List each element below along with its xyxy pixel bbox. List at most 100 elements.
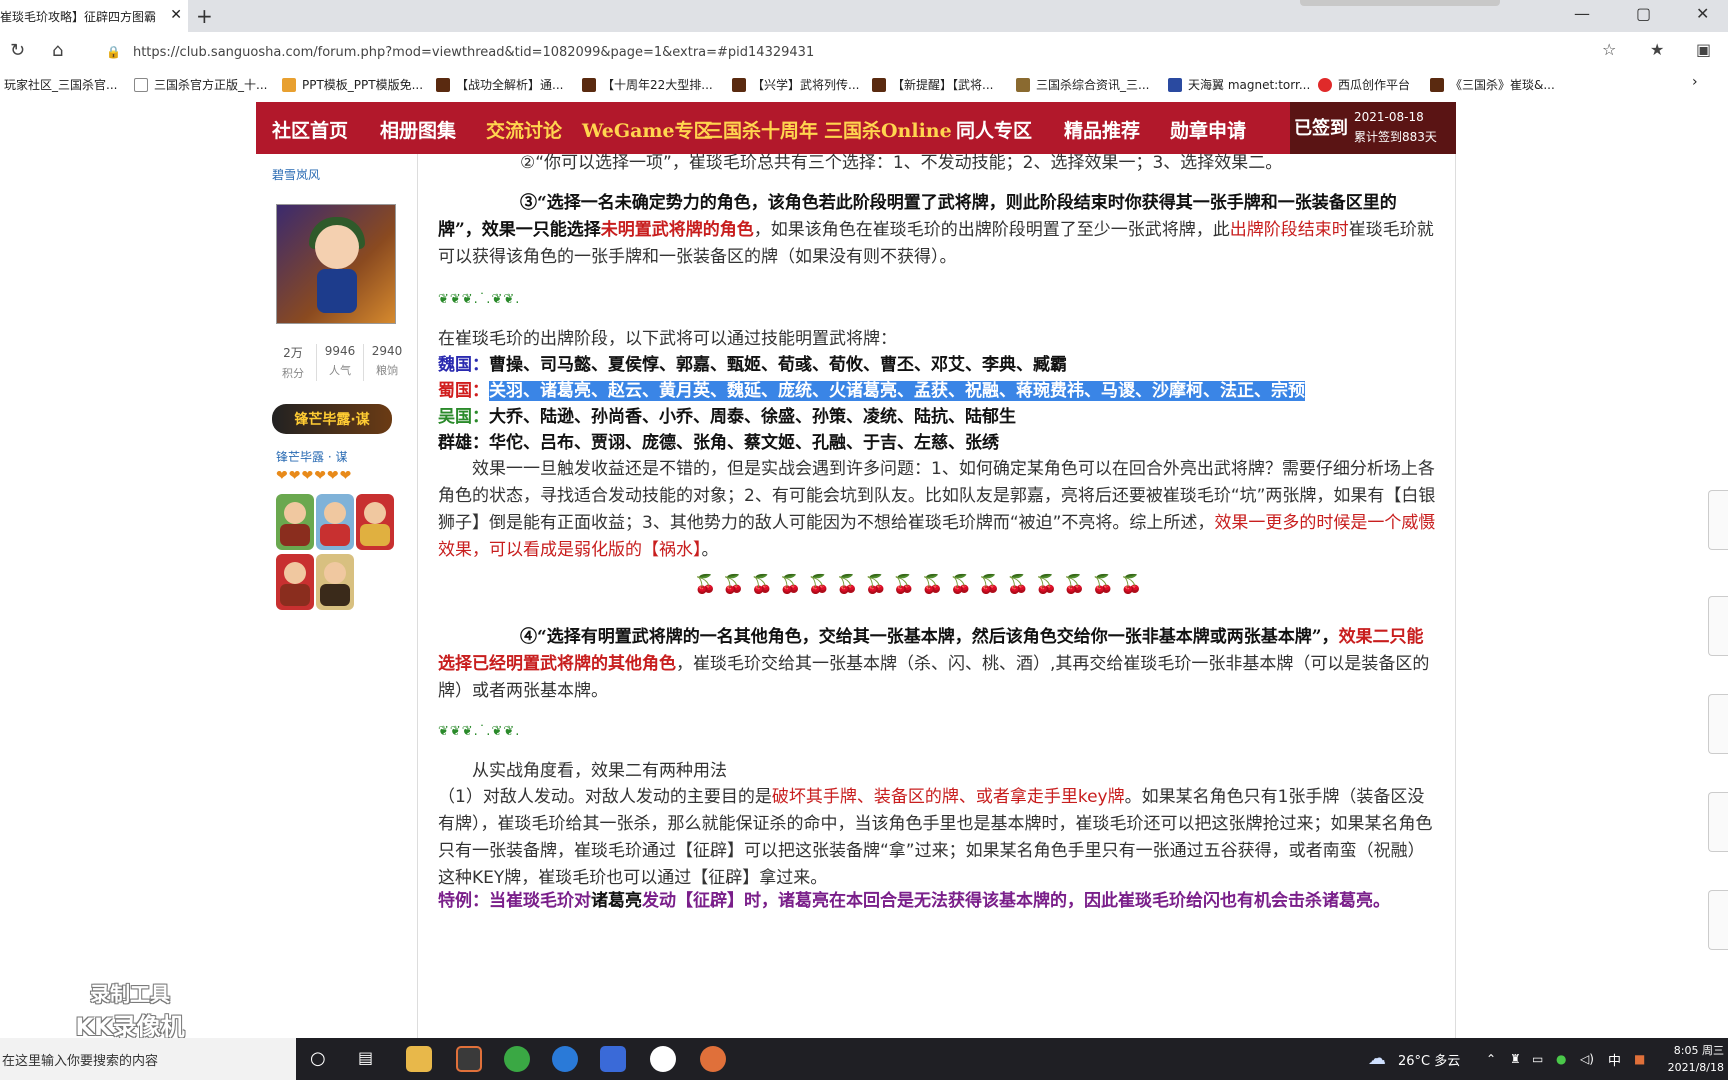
file-explorer-icon[interactable] [406,1046,432,1072]
side-float-button[interactable] [1708,490,1728,550]
bookmark-item[interactable]: 三国杀官方正版_十... [134,76,267,93]
paragraph-effect1: 效果一一旦触发收益还是不错的，但是实战会遇到许多问题：1、如何确定某角色可以在回… [438,459,1436,560]
collections-icon[interactable]: ▣ [1696,40,1711,59]
medal-icon[interactable] [356,494,394,550]
post-content: ②“你可以选择一项”，崔琰毛玠总共有三个选择：1、不发动技能；2、选择效果一；3… [418,153,1456,1038]
network-icon[interactable]: ▭ [1532,1038,1543,1080]
nav-item-wegame[interactable]: WeGame专区 [582,116,713,143]
close-icon[interactable]: ✕ [170,7,182,23]
nav-item-featured[interactable]: 精品推荐 [1064,116,1140,143]
app-icon[interactable] [700,1046,726,1072]
level-hearts: ❤❤❤❤❤❤ [276,468,353,484]
medal-icon[interactable] [316,554,354,610]
bookmark-item[interactable]: 【新提醒】【武将... [872,76,993,93]
tray-app-icon[interactable]: ♜ [1510,1038,1521,1080]
site-icon [436,77,450,92]
bookmark-item[interactable]: 西瓜创作平台 [1318,76,1410,93]
paragraph-3: ③“选择一名未确定势力的角色，该角色若此阶段明置了武将牌，则此阶段结束时你获得其… [438,193,1434,267]
maximize-icon[interactable]: ▢ [1636,4,1651,23]
app-icon[interactable] [456,1046,482,1072]
weather-icon: ☁ [1368,1048,1386,1069]
medal-icon[interactable] [316,494,354,550]
add-favorite-icon[interactable]: ☆ [1602,40,1616,59]
clock-date: 2021/8/18 [1667,1061,1724,1074]
stat-points: 2万 积分 [270,344,317,381]
taskbar-clock[interactable]: 8:05 周三 2021/8/18 [1660,1042,1724,1076]
nav-item-home[interactable]: 社区首页 [272,116,348,143]
medal-name[interactable]: 锋芒毕露 · 谋 [276,448,347,465]
bookmark-item[interactable]: 【兴学】武将列传... [732,76,859,93]
cherry-divider: 🍒🍒🍒🍒🍒🍒🍒🍒🍒🍒🍒🍒🍒🍒🍒🍒 [694,574,1149,595]
nav-item-discussion[interactable]: 交流讨论 [486,116,562,143]
decoration-divider: ❦❦❦.˙.❦❦. [438,292,521,307]
nav-item-fanart[interactable]: 同人专区 [956,116,1032,143]
xigua-icon [1318,77,1332,92]
forum-nav-bar: 社区首页 相册图集 交流讨论 WeGame专区 三国杀十周年 三国杀Online… [256,102,1456,154]
bookmark-item[interactable]: 【十周年22大型排... [582,76,713,93]
checkin-label: 已签到 [1294,118,1348,139]
kingdom-wei: 魏国：曹操、司马懿、夏侯惇、郭嘉、甄姬、荀彧、荀攸、曹丕、邓艾、李典、臧霸 [438,355,1067,375]
cortana-icon[interactable]: ○ [310,1048,326,1069]
favorites-icon[interactable]: ★ [1650,40,1664,59]
volume-icon[interactable]: ◁) [1580,1038,1594,1080]
paragraph-usage1: （1）对敌人发动。对敌人发动的主要目的是破坏其手牌、装备区的牌、或者拿走手里ke… [438,787,1433,888]
window-drag-area [1300,0,1500,6]
bookmark-item[interactable]: 天海翼 magnet:torr... [1168,76,1310,93]
task-view-icon[interactable]: ▤ [358,1048,373,1067]
bookmark-item[interactable]: 玩家社区_三国杀官... [4,76,117,93]
ime-indicator[interactable]: 中 [1608,1038,1621,1080]
paragraph-special: 特例：当崔琰毛玠对诸葛亮发动【征辟】时，诸葛亮在本回合是无法获得该基本牌的，因此… [438,891,1390,911]
windows-taskbar: 在这里输入你要搜索的内容 ○ ▤ ☁ 26°C 多云 ⌃ ♜ ▭ ● ◁) 中 … [0,1038,1728,1080]
medal-banner: 锋芒毕露·谋 [272,404,392,434]
chevron-right-icon[interactable]: › [1692,74,1698,90]
tray-app-icon[interactable]: ■ [1634,1038,1645,1080]
nav-item-10th-anniversary[interactable]: 三国杀十周年 [704,116,818,143]
avatar[interactable] [276,204,396,324]
medal-icon[interactable] [276,554,314,610]
medal-icon[interactable] [276,494,314,550]
checkin-count: 累计签到883天 [1354,130,1437,144]
kingdom-shu: 蜀国：关羽、诸葛亮、赵云、黄月英、魏延、庞统、火诸葛亮、孟获、祝融、蒋琬费祎、马… [438,381,1305,401]
new-tab-button[interactable]: + [196,4,213,28]
side-float-button[interactable] [1708,694,1728,754]
author-name[interactable]: 碧雪岚风 [272,166,320,183]
nav-item-medal[interactable]: 勋章申请 [1170,116,1246,143]
stat-supplies: 2940 粮饷 [371,344,403,377]
bookmark-item[interactable]: 《三国杀》崔琰&... [1430,76,1555,93]
clock-time: 8:05 周三 [1673,1044,1724,1057]
reload-icon[interactable]: ↻ [10,40,25,61]
weather-text[interactable]: 26°C 多云 [1398,1038,1460,1080]
app-icon[interactable] [504,1046,530,1072]
home-icon[interactable]: ⌂ [52,40,63,61]
url-field[interactable]: 🔒 https://club.sanguosha.com/forum.php?m… [106,38,1576,66]
paragraph: 在崔琰毛玠的出牌阶段，以下武将可以通过技能明置武将牌： [438,329,897,349]
minimize-icon[interactable]: — [1574,4,1590,23]
selected-text: 关羽、诸葛亮、赵云、黄月英、魏延、庞统、火诸葛亮、孟获、祝融、蒋琬费祎、马谡、沙… [489,381,1305,401]
window-close-icon[interactable]: ✕ [1696,4,1709,23]
side-float-button[interactable] [1708,890,1728,950]
url-text: https://club.sanguosha.com/forum.php?mod… [132,44,815,60]
web-page: 社区首页 相册图集 交流讨论 WeGame专区 三国杀十周年 三国杀Online… [0,98,1728,1038]
edge-icon[interactable] [552,1046,578,1072]
side-float-button[interactable] [1708,596,1728,656]
tray-overflow-icon[interactable]: ⌃ [1486,1038,1496,1080]
bookmark-item[interactable]: 【战功全解析】通... [436,76,563,93]
bookmark-item[interactable]: PPT模板_PPT模版免... [282,76,423,93]
browser-tab[interactable]: 崔琰毛玠攻略】征辟四方图霸 ✕ [0,0,188,32]
nav-item-album[interactable]: 相册图集 [380,116,456,143]
app-icon[interactable] [650,1046,676,1072]
taskbar-search-input[interactable]: 在这里输入你要搜索的内容 [0,1038,296,1080]
checkin-badge[interactable]: 已签到 2021-08-18 累计签到883天 [1290,102,1456,154]
site-icon [732,77,746,92]
tray-app-icon[interactable]: ● [1556,1038,1566,1080]
lock-icon[interactable]: 🔒 [106,45,121,59]
side-float-button[interactable] [1708,792,1728,852]
nav-item-online[interactable]: 三国杀Online [824,116,952,143]
bookmark-item[interactable]: 三国杀综合资讯_三... [1016,76,1149,93]
paragraph-4: ④“选择有明置武将牌的一名其他角色，交给其一张基本牌，然后该角色交给你一张非基本… [438,627,1430,701]
checkin-date: 2021-08-18 [1354,110,1424,124]
author-sidebar: 碧雪岚风 2万 积分 9946 人气 2940 粮饷 锋芒毕露·谋 锋芒毕露 · 谋 … [256,154,418,1038]
site-icon [1430,77,1444,92]
kingdom-qun: 群雄：华佗、吕布、贾诩、庞德、张角、蔡文姬、孔融、于吉、左慈、张绣 [438,433,999,453]
app-icon[interactable] [600,1046,626,1072]
